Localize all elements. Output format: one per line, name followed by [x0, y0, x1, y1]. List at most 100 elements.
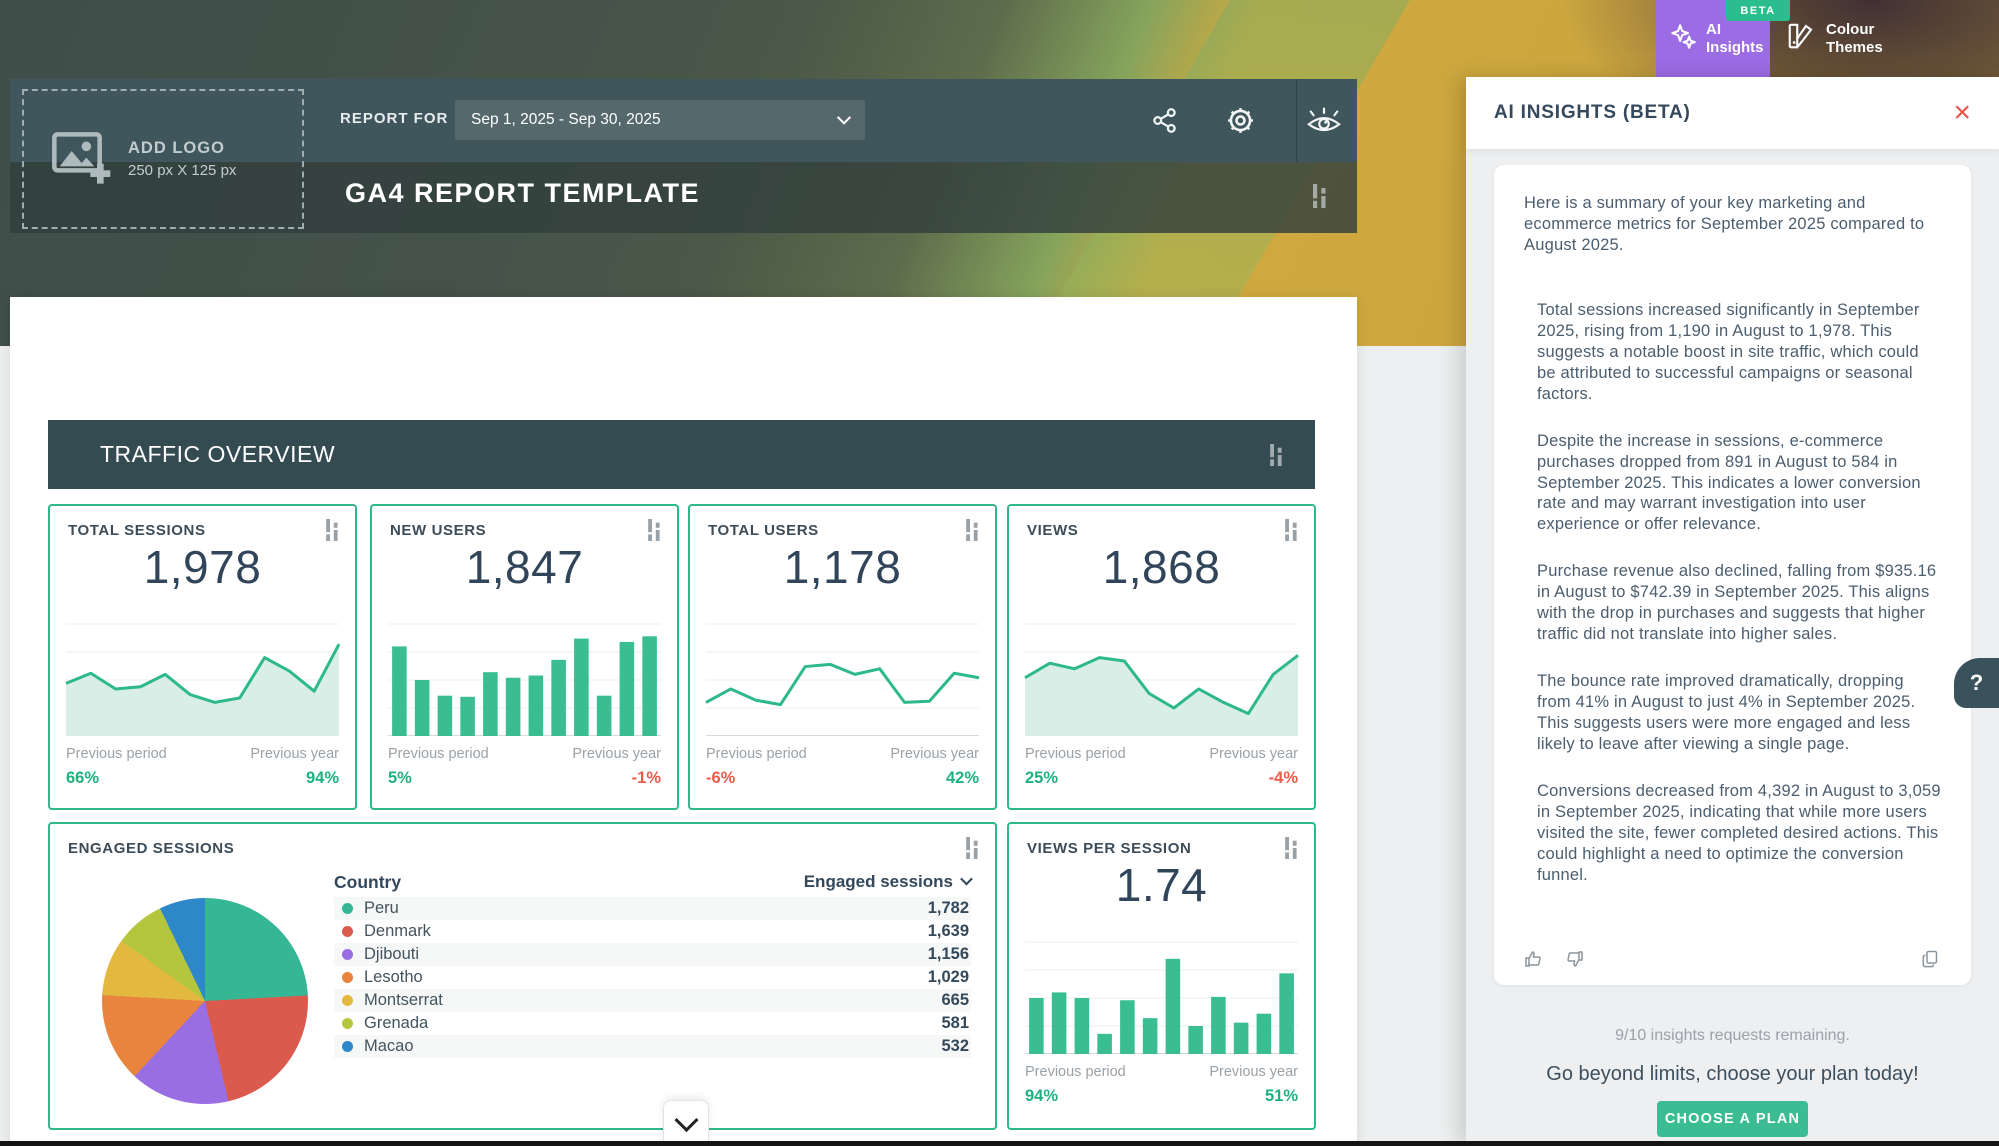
prev-year-label: Previous year [890, 746, 979, 762]
colour-themes-label-2: Themes [1826, 39, 1883, 57]
help-button[interactable]: ? [1954, 658, 1999, 708]
card-title: VIEWS PER SESSION [1027, 840, 1191, 857]
metric-card-total-sessions: TOTAL SESSIONS 1,978 Previous period Pre… [48, 504, 357, 810]
card-title: VIEWS [1027, 522, 1078, 539]
ai-paragraph: Here is a summary of your key marketing … [1524, 193, 1941, 256]
widget-bars-icon[interactable] [966, 837, 981, 864]
table-row: Peru 1,782 [334, 897, 971, 920]
metric-card-new-users: NEW USERS 1,847 Previous period Previous… [370, 504, 679, 810]
panel-title: AI INSIGHTS (BETA) [1494, 102, 1691, 124]
ai-paragraph: Total sessions increased significantly i… [1537, 300, 1941, 405]
date-range-value: Sep 1, 2025 - Sep 30, 2025 [471, 111, 661, 129]
column-header-country: Country [334, 872, 401, 893]
legend-dot [342, 995, 353, 1006]
legend-dot [342, 972, 353, 983]
metric-card-views: VIEWS 1,868 Previous period Previous yea… [1007, 504, 1316, 810]
requests-remaining-text: 9/10 insights requests remaining. [1466, 1027, 1999, 1045]
metric-card-total-users: TOTAL USERS 1,178 Previous period Previo… [688, 504, 997, 810]
toolbar-divider [1296, 79, 1297, 162]
date-range-select[interactable]: Sep 1, 2025 - Sep 30, 2025 [455, 100, 865, 140]
legend-dot [342, 1041, 353, 1052]
ai-paragraph: Purchase revenue also declined, falling … [1537, 561, 1941, 645]
prev-period-change: -6% [706, 769, 735, 788]
prev-period-label: Previous period [706, 746, 807, 762]
app-window: AI Insights BETA Colour Themes [0, 0, 1999, 1146]
engaged-sessions-pie-chart [102, 898, 308, 1104]
thumbs-up-icon[interactable] [1524, 949, 1544, 969]
prev-period-label: Previous period [66, 746, 167, 762]
country-label: Djibouti [364, 945, 419, 964]
prev-period-label: Previous period [1025, 1064, 1126, 1080]
ai-insights-label-2: Insights [1706, 39, 1764, 57]
chevron-down-icon [674, 1108, 698, 1132]
colour-themes-label-1: Colour [1826, 21, 1883, 39]
widget-bars-icon[interactable] [1313, 184, 1329, 213]
card-title: TOTAL SESSIONS [68, 522, 206, 539]
window-bottom-edge [0, 1141, 1999, 1146]
column-header-engaged-sessions-sort[interactable]: Engaged sessions [804, 872, 971, 892]
add-logo-dropzone[interactable]: ADD LOGO 250 px X 125 px [22, 89, 304, 229]
add-logo-title: ADD LOGO [128, 139, 236, 158]
preview-eye-button[interactable] [1302, 98, 1346, 142]
country-label: Grenada [364, 1014, 428, 1033]
row-value: 1,156 [928, 945, 969, 964]
row-value: 581 [941, 1014, 969, 1033]
prev-period-change: 25% [1025, 769, 1058, 788]
prev-year-label: Previous year [572, 746, 661, 762]
colour-themes-button[interactable]: Colour Themes [1770, 0, 1999, 77]
prev-year-change: 42% [946, 769, 979, 788]
palette-icon [1786, 21, 1816, 56]
prev-year-change: 94% [306, 769, 339, 788]
section-title: TRAFFIC OVERVIEW [100, 441, 335, 468]
metric-value: 1,978 [50, 540, 355, 594]
choose-a-plan-button[interactable]: CHOOSE A PLAN [1657, 1101, 1808, 1137]
table-row: Montserrat 665 [334, 989, 971, 1012]
ai-paragraph: The bounce rate improved dramatically, d… [1537, 671, 1941, 755]
ai-paragraph: Despite the increase in sessions, e-comm… [1537, 431, 1941, 536]
row-value: 1,029 [928, 968, 969, 987]
ai-paragraph: Conversions decreased from 4,392 in Augu… [1537, 781, 1941, 886]
ai-insights-label-1: AI [1706, 21, 1764, 39]
country-label: Macao [364, 1037, 414, 1056]
table-row: Lesotho 1,029 [334, 966, 971, 989]
prev-year-change: -4% [1269, 769, 1298, 788]
scroll-down-button[interactable] [663, 1100, 709, 1146]
add-logo-size-hint: 250 px X 125 px [128, 162, 236, 179]
legend-dot [342, 1018, 353, 1029]
metric-value: 1,868 [1009, 540, 1314, 594]
widget-bars-icon[interactable] [1270, 444, 1285, 471]
chevron-down-icon [960, 873, 973, 886]
prev-year-label: Previous year [1209, 1064, 1298, 1080]
engaged-sessions-card: ENGAGED SESSIONS Country Engaged session… [48, 822, 997, 1130]
table-row: Djibouti 1,156 [334, 943, 971, 966]
row-value: 1,782 [928, 899, 969, 918]
share-button[interactable] [1142, 98, 1186, 142]
ai-insights-panel: AI INSIGHTS (BETA) × Here is a summary o… [1466, 77, 1999, 1146]
country-label: Lesotho [364, 968, 423, 987]
prev-period-change: 94% [1025, 1087, 1058, 1106]
row-value: 1,639 [928, 922, 969, 941]
sparkline-chart [706, 624, 979, 736]
country-label: Peru [364, 899, 399, 918]
sparkline-chart [1025, 624, 1298, 736]
metric-value: 1.74 [1009, 858, 1314, 912]
thumbs-down-icon[interactable] [1564, 949, 1584, 969]
sparkline-chart [66, 624, 339, 736]
prev-period-label: Previous period [388, 746, 489, 762]
settings-button[interactable] [1218, 98, 1262, 142]
legend-dot [342, 949, 353, 960]
report-for-label: REPORT FOR [340, 110, 448, 127]
metric-value: 1,178 [690, 540, 995, 594]
legend-dot [342, 903, 353, 914]
prev-period-change: 66% [66, 769, 99, 788]
copy-icon[interactable] [1921, 949, 1941, 969]
table-row: Grenada 581 [334, 1012, 971, 1035]
prev-year-change: -1% [632, 769, 661, 788]
table-row: Macao 532 [334, 1035, 971, 1058]
row-value: 532 [941, 1037, 969, 1056]
ai-summary-card: Here is a summary of your key marketing … [1494, 165, 1971, 985]
table-row: Denmark 1,639 [334, 920, 971, 943]
views-per-session-card: VIEWS PER SESSION 1.74 Previous period P… [1007, 822, 1316, 1130]
close-icon[interactable]: × [1953, 98, 1971, 128]
country-label: Montserrat [364, 991, 443, 1010]
